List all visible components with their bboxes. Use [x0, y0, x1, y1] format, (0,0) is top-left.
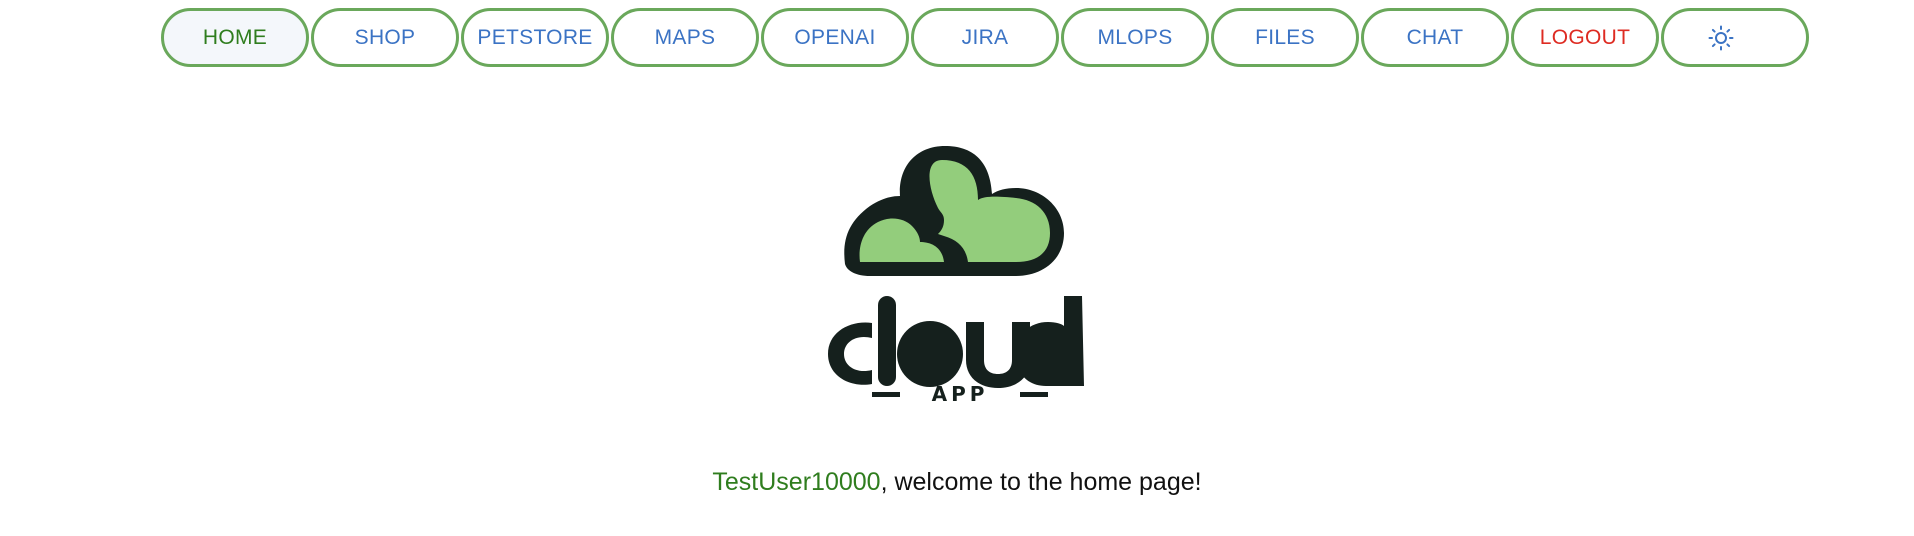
- welcome-message: TestUser10000, welcome to the home page!: [0, 468, 1914, 497]
- welcome-text: , welcome to the home page!: [880, 468, 1202, 496]
- nav-chat-button[interactable]: CHAT: [1361, 8, 1509, 67]
- nav-home-button[interactable]: HOME: [161, 8, 309, 67]
- logo-tagline: APP: [932, 382, 989, 406]
- nav-petstore-button[interactable]: PETSTORE: [461, 8, 609, 67]
- nav-mlops-button[interactable]: MLOPS: [1061, 8, 1209, 67]
- nav-logout-button[interactable]: LOGOUT: [1511, 8, 1659, 67]
- theme-toggle-button[interactable]: [1661, 8, 1809, 67]
- username: TestUser10000: [712, 468, 881, 496]
- nav-files-button[interactable]: FILES: [1211, 8, 1359, 67]
- nav-shop-button[interactable]: SHOP: [311, 8, 459, 67]
- nav-maps-button[interactable]: MAPS: [611, 8, 759, 67]
- logo-wordmark: [828, 296, 1084, 388]
- nav-jira-button[interactable]: JIRA: [911, 8, 1059, 67]
- sun-icon: [1708, 25, 1734, 50]
- cloud-app-logo: APP: [828, 146, 1084, 406]
- top-nav: HOME SHOP PETSTORE MAPS OPENAI JIRA MLOP…: [161, 8, 1809, 67]
- nav-openai-button[interactable]: OPENAI: [761, 8, 909, 67]
